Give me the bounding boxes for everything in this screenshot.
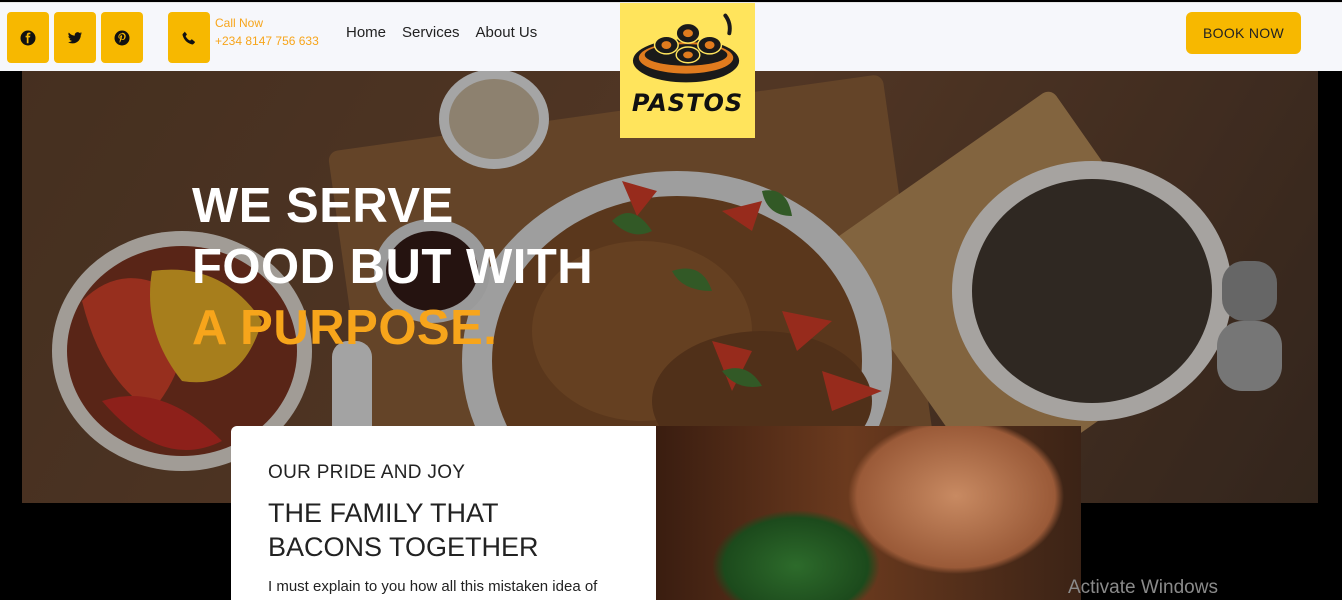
call-info: Call Now +234 8147 756 633 (215, 14, 319, 50)
about-body: I must explain to you how all this mista… (268, 578, 598, 595)
main-nav: Home Services About Us (346, 24, 537, 41)
about-card: OUR PRIDE AND JOY THE FAMILY THAT BACONS… (231, 426, 656, 600)
phone-number[interactable]: +234 8147 756 633 (215, 32, 319, 50)
windows-watermark: Activate Windows (1068, 577, 1218, 598)
twitter-icon (68, 31, 82, 43)
hero-headline: WE SERVE FOOD BUT WITH A PURPOSE. (192, 176, 593, 359)
phone-icon (182, 31, 195, 44)
pinterest-button[interactable] (101, 12, 143, 63)
about-photo (656, 426, 1081, 600)
call-label: Call Now (215, 16, 264, 30)
about-title-line-2: BACONS TOGETHER (268, 532, 539, 562)
pasta-pan-icon (632, 13, 739, 83)
about-title: THE FAMILY THAT BACONS TOGETHER (268, 496, 619, 564)
facebook-icon (20, 30, 36, 45)
hero-line-3: A PURPOSE. (192, 301, 498, 355)
hero-line-2: FOOD BUT WITH (192, 240, 594, 294)
call-button[interactable] (168, 12, 210, 63)
twitter-button[interactable] (54, 12, 96, 63)
facebook-button[interactable] (7, 12, 49, 63)
logo[interactable]: PASTOS (620, 3, 755, 138)
hero-line-1: WE SERVE (192, 179, 454, 233)
book-now-button[interactable]: BOOK NOW (1186, 12, 1301, 54)
nav-services[interactable]: Services (402, 24, 460, 41)
nav-about-us[interactable]: About Us (476, 24, 538, 41)
logo-text: PASTOS (631, 89, 744, 117)
about-kicker: OUR PRIDE AND JOY (268, 462, 466, 483)
about-title-line-1: THE FAMILY THAT (268, 498, 499, 528)
pinterest-icon (114, 30, 130, 45)
nav-home[interactable]: Home (346, 24, 386, 41)
